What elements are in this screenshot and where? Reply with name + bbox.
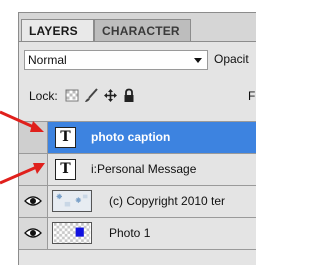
layer-name: (c) Copyright 2010 ter [109, 194, 226, 208]
tab-layers[interactable]: LAYERS [21, 19, 94, 41]
visibility-toggle[interactable] [19, 186, 48, 217]
layer-thumbnail [52, 222, 92, 244]
layer-row-photo-caption[interactable]: T photo caption [19, 122, 256, 154]
fill-label: F [248, 89, 256, 103]
visibility-toggle[interactable] [19, 122, 48, 153]
layer-thumbnail [52, 190, 92, 212]
blend-mode-select[interactable]: Normal [24, 50, 208, 70]
chevron-down-icon [194, 58, 202, 63]
visibility-toggle[interactable] [19, 154, 48, 185]
lock-label: Lock: [29, 89, 58, 103]
layers-list: T photo caption T i:Personal Message (c)… [19, 121, 256, 250]
visibility-toggle[interactable] [19, 218, 48, 249]
blend-mode-value: Normal [28, 53, 67, 67]
layer-row-copyright[interactable]: (c) Copyright 2010 ter [19, 186, 256, 218]
layers-panel: LAYERS CHARACTER Normal Opacit Lock: F T… [18, 12, 256, 265]
layer-row-personal-message[interactable]: T i:Personal Message [19, 154, 256, 186]
lock-all-icon[interactable] [123, 88, 135, 103]
layer-name: photo caption [91, 130, 171, 144]
opacity-label: Opacit [214, 52, 249, 66]
lock-move-icon[interactable] [103, 88, 118, 103]
panel-tabs: LAYERS CHARACTER [19, 19, 256, 41]
eye-icon [24, 228, 42, 238]
text-layer-icon: T [55, 127, 76, 148]
eye-icon [24, 196, 42, 206]
layer-name: Photo 1 [109, 226, 151, 240]
layer-name: i:Personal Message [91, 162, 197, 176]
text-layer-icon: T [55, 159, 76, 180]
lock-transparent-icon[interactable] [65, 88, 79, 103]
layer-row-photo-1[interactable]: Photo 1 [19, 218, 256, 250]
tab-character[interactable]: CHARACTER [94, 19, 191, 41]
lock-brush-icon[interactable] [83, 88, 99, 103]
